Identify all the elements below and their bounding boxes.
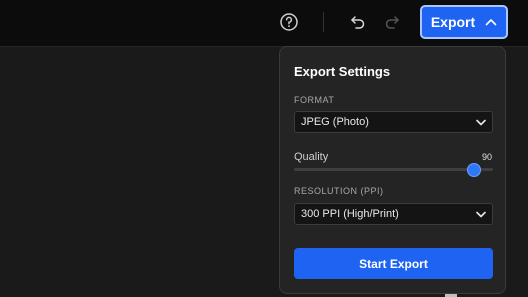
redo-button[interactable]	[380, 10, 404, 34]
panel-title: Export Settings	[294, 64, 391, 79]
top-toolbar: Export	[0, 0, 528, 47]
export-button[interactable]: Export	[420, 5, 508, 39]
quality-value: 90	[481, 152, 492, 162]
resolution-label: RESOLUTION (PPI)	[294, 186, 384, 196]
start-export-button[interactable]: Start Export	[294, 248, 493, 279]
help-icon	[280, 13, 298, 31]
help-button[interactable]	[277, 10, 301, 34]
export-settings-panel: Export Settings FORMAT JPEG (Photo) Qual…	[279, 46, 506, 294]
resolution-select-value: 300 PPI (High/Print)	[301, 208, 399, 220]
quality-slider-thumb[interactable]	[467, 163, 482, 177]
redo-icon	[385, 16, 399, 29]
quality-slider-fill	[294, 168, 474, 171]
chevron-up-icon	[485, 19, 497, 26]
toolbar-divider	[323, 12, 324, 32]
chevron-down-icon	[476, 211, 486, 217]
start-export-label: Start Export	[359, 256, 428, 271]
chevron-down-icon	[476, 119, 486, 125]
quality-label: Quality	[294, 151, 329, 163]
export-button-label: Export	[430, 14, 476, 30]
resolution-select[interactable]: 300 PPI (High/Print)	[294, 203, 493, 225]
undo-button[interactable]	[346, 10, 370, 34]
format-label: FORMAT	[294, 95, 335, 105]
quality-slider[interactable]	[294, 163, 493, 177]
format-select[interactable]: JPEG (Photo)	[294, 111, 493, 133]
undo-icon	[351, 16, 365, 29]
format-select-value: JPEG (Photo)	[301, 116, 369, 128]
